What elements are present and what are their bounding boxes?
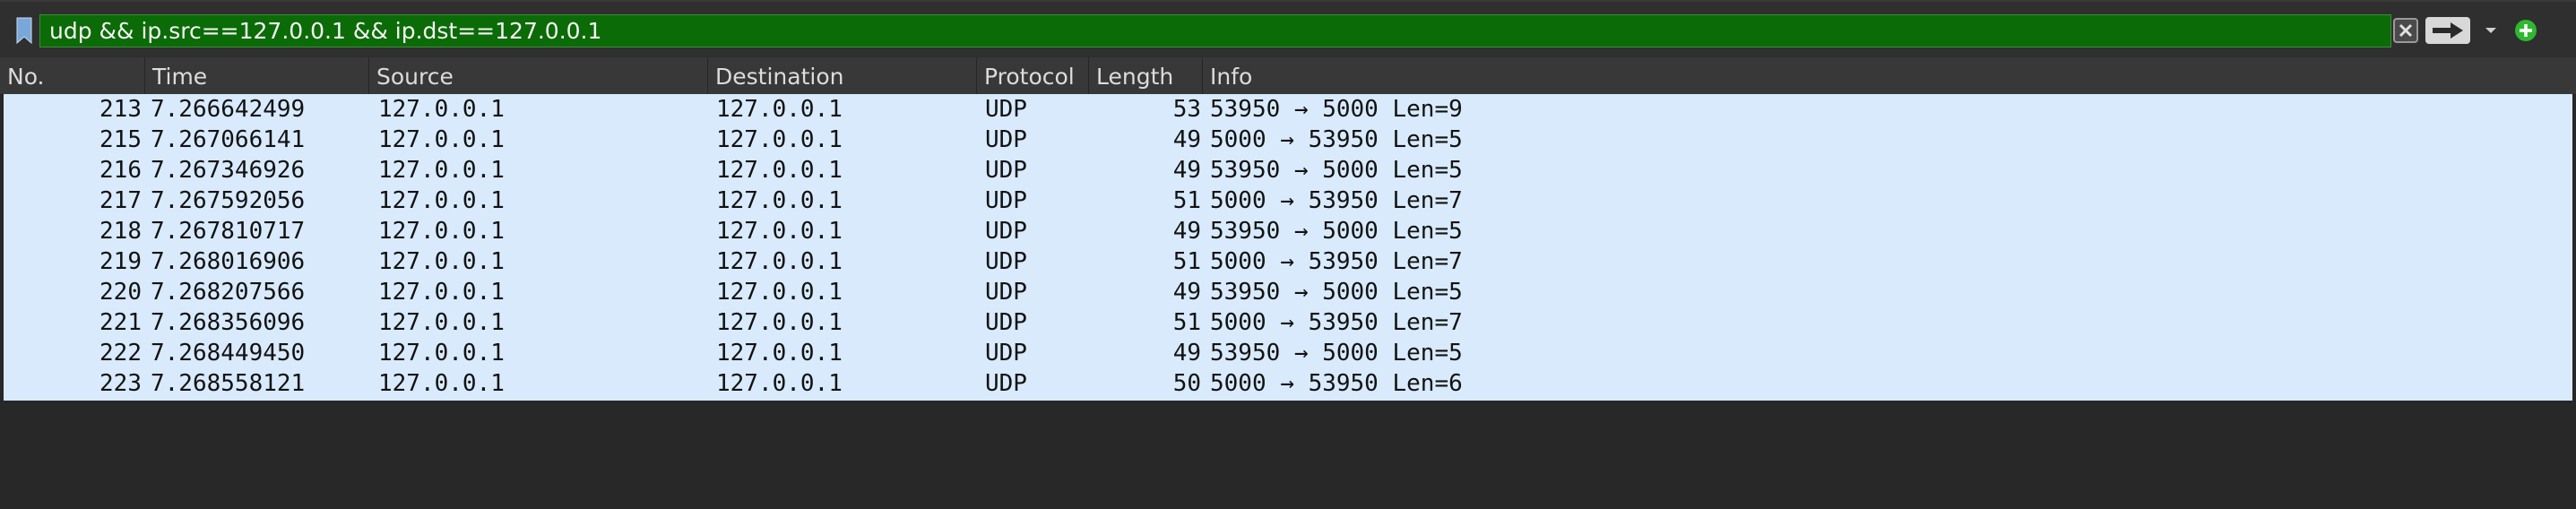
packet-info: 53950 → 5000 Len=9 [1210,96,1463,123]
packet-length: 49 [1172,340,1201,367]
column-header-time[interactable]: Time [145,57,369,94]
packet-length: 51 [1172,248,1201,275]
packet-number: 220 [99,279,142,306]
packet-time: 7.268016906 [151,248,306,275]
packet-info: 53950 → 5000 Len=5 [1210,279,1463,306]
packet-info: 5000 → 53950 Len=7 [1210,187,1463,214]
packet-source: 127.0.0.1 [378,279,505,306]
packet-source: 127.0.0.1 [378,340,505,367]
packet-row[interactable]: 219 7.268016906 127.0.0.1 127.0.0.1 UDP … [4,246,2572,277]
column-header-info[interactable]: Info [1203,57,2576,94]
packet-protocol: UDP [985,126,1027,153]
packet-source: 127.0.0.1 [378,157,505,184]
packet-destination: 127.0.0.1 [716,279,843,306]
packet-length: 49 [1172,279,1201,306]
packet-length: 51 [1172,309,1201,336]
packet-destination: 127.0.0.1 [716,370,843,397]
packet-protocol: UDP [985,187,1027,214]
packet-number: 223 [99,370,142,397]
packet-protocol: UDP [985,279,1027,306]
packet-destination: 127.0.0.1 [716,309,843,336]
packet-source: 127.0.0.1 [378,309,505,336]
packet-source: 127.0.0.1 [378,187,505,214]
packet-info: 5000 → 53950 Len=7 [1210,309,1463,336]
packet-source: 127.0.0.1 [378,96,505,123]
packet-length: 49 [1172,218,1201,245]
arrow-right-icon[interactable] [2425,17,2470,44]
packet-row[interactable]: 217 7.267592056 127.0.0.1 127.0.0.1 UDP … [4,185,2572,216]
packet-row[interactable]: 222 7.268449450 127.0.0.1 127.0.0.1 UDP … [4,338,2572,368]
column-header-protocol[interactable]: Protocol [977,57,1089,94]
packet-time: 7.268558121 [151,370,306,397]
packet-number: 216 [99,157,142,184]
packet-length: 49 [1172,126,1201,153]
packet-info: 5000 → 53950 Len=6 [1210,370,1463,397]
packet-time: 7.267346926 [151,157,306,184]
packet-info: 53950 → 5000 Len=5 [1210,218,1463,245]
packet-destination: 127.0.0.1 [716,157,843,184]
packet-protocol: UDP [985,96,1027,123]
packet-length: 53 [1172,96,1201,123]
column-header-destination[interactable]: Destination [708,57,977,94]
packet-number: 221 [99,309,142,336]
packet-length: 51 [1172,187,1201,214]
packet-number: 217 [99,187,142,214]
packet-number: 222 [99,340,142,367]
packet-info: 5000 → 53950 Len=7 [1210,248,1463,275]
packet-length: 50 [1172,370,1201,397]
packet-time: 7.266642499 [151,96,306,123]
packet-row[interactable]: 220 7.268207566 127.0.0.1 127.0.0.1 UDP … [4,277,2572,307]
packet-number: 215 [99,126,142,153]
packet-protocol: UDP [985,340,1027,367]
packet-time: 7.268207566 [151,279,306,306]
bookmark-icon[interactable] [11,14,38,47]
packet-source: 127.0.0.1 [378,218,505,245]
packet-length: 49 [1172,157,1201,184]
packet-row[interactable]: 215 7.267066141 127.0.0.1 127.0.0.1 UDP … [4,125,2572,155]
packet-time: 7.268449450 [151,340,306,367]
display-filter-input[interactable]: udp && ip.src==127.0.0.1 && ip.dst==127.… [39,14,2391,47]
plus-circle-icon[interactable] [2513,18,2538,43]
display-filter-toolbar: udp && ip.src==127.0.0.1 && ip.dst==127.… [0,0,2576,57]
clear-x-icon[interactable] [2392,16,2419,45]
packet-row[interactable]: 221 7.268356096 127.0.0.1 127.0.0.1 UDP … [4,307,2572,338]
packet-time: 7.267066141 [151,126,306,153]
packet-source: 127.0.0.1 [378,370,505,397]
packet-number: 218 [99,218,142,245]
packet-number: 213 [99,96,142,123]
packet-row[interactable]: 216 7.267346926 127.0.0.1 127.0.0.1 UDP … [4,155,2572,185]
packet-info: 53950 → 5000 Len=5 [1210,340,1463,367]
packet-destination: 127.0.0.1 [716,187,843,214]
packet-time: 7.267810717 [151,218,306,245]
packet-time: 7.267592056 [151,187,306,214]
packet-info: 5000 → 53950 Len=5 [1210,126,1463,153]
packet-destination: 127.0.0.1 [716,96,843,123]
column-header-source[interactable]: Source [369,57,708,94]
packet-list: 213 7.266642499 127.0.0.1 127.0.0.1 UDP … [4,94,2572,401]
packet-row[interactable]: 218 7.267810717 127.0.0.1 127.0.0.1 UDP … [4,216,2572,246]
packet-list-header: No. Time Source Destination Protocol Len… [0,57,2576,95]
packet-protocol: UDP [985,309,1027,336]
packet-destination: 127.0.0.1 [716,248,843,275]
packet-row[interactable]: 213 7.266642499 127.0.0.1 127.0.0.1 UDP … [4,94,2572,125]
column-header-length[interactable]: Length [1089,57,1203,94]
packet-source: 127.0.0.1 [378,248,505,275]
packet-capture-window: udp && ip.src==127.0.0.1 && ip.dst==127.… [0,0,2576,509]
packet-destination: 127.0.0.1 [716,126,843,153]
packet-number: 219 [99,248,142,275]
packet-protocol: UDP [985,218,1027,245]
packet-time: 7.268356096 [151,309,306,336]
chevron-down-icon[interactable] [2479,18,2503,43]
packet-protocol: UDP [985,370,1027,397]
packet-protocol: UDP [985,248,1027,275]
packet-info: 53950 → 5000 Len=5 [1210,157,1463,184]
packet-protocol: UDP [985,157,1027,184]
packet-destination: 127.0.0.1 [716,218,843,245]
packet-row[interactable]: 223 7.268558121 127.0.0.1 127.0.0.1 UDP … [4,368,2572,399]
packet-destination: 127.0.0.1 [716,340,843,367]
column-header-no[interactable]: No. [0,57,145,94]
packet-source: 127.0.0.1 [378,126,505,153]
